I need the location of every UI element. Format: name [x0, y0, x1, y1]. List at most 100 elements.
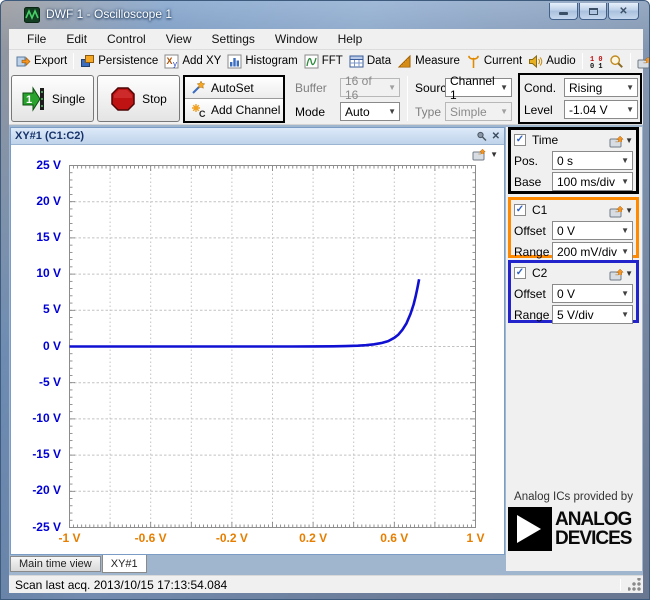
toolbar-publish-button[interactable]	[634, 53, 649, 70]
menu-view[interactable]: View	[156, 30, 202, 48]
svg-text:C: C	[199, 109, 206, 118]
toolbar-persistence-button[interactable]: Persistence	[77, 53, 161, 70]
menu-edit[interactable]: Edit	[56, 30, 97, 48]
value: 5 V/div	[557, 307, 594, 322]
c2-enable-checkbox[interactable]: ✓	[514, 267, 526, 279]
xy-chart	[69, 165, 476, 528]
analog-devices-logo: ANALOG DEVICES	[508, 507, 639, 551]
toolbar-audio-button[interactable]: Audio	[525, 53, 578, 70]
c1-offset-select[interactable]: 0 V ▼	[552, 221, 633, 240]
sponsor-caption: Analog ICs provided by	[514, 491, 633, 503]
menu-file[interactable]: File	[17, 30, 56, 48]
source-value: Channel 1	[450, 73, 495, 102]
add-channel-button[interactable]: C Add Channel	[185, 99, 283, 121]
time-panel: ✓ Time ▼ Pos. 0 s ▼ Base 100 ms/div ▼	[508, 127, 639, 194]
xy-plot-header[interactable]: XY#1 (C1:C2) ✕	[11, 128, 504, 145]
pin-icon[interactable]	[476, 131, 487, 142]
x-tick-label: 1 V	[466, 530, 485, 545]
buffer-select[interactable]: 16 of 16 ▼	[340, 74, 400, 102]
source-select[interactable]: Channel 1 ▼	[445, 74, 512, 102]
toolbar-histogram-button[interactable]: Histogram	[224, 53, 300, 70]
value: 0 s	[557, 153, 574, 168]
chevron-down-icon: ▼	[621, 247, 629, 256]
toolbar-logic-button[interactable]: 1 00 1	[586, 53, 606, 70]
tab-main-time-view[interactable]: Main time view	[10, 556, 101, 572]
time-base-select[interactable]: 100 ms/div ▼	[552, 172, 633, 191]
maximize-button[interactable]	[579, 3, 607, 20]
toolbar-label: Current	[483, 55, 523, 67]
view-tabs: Main time view XY#1	[10, 555, 148, 573]
title-bar[interactable]: DWF 1 - Oscilloscope 1 ✕	[1, 1, 649, 29]
type-value: Simple	[450, 104, 487, 119]
svg-text:X: X	[167, 56, 173, 66]
level-select[interactable]: -1.04 V ▼	[564, 100, 638, 119]
close-panel-icon[interactable]: ✕	[492, 131, 500, 142]
toolbar-add-xy-button[interactable]: Xy Add XY	[161, 53, 224, 70]
c2-offset-select[interactable]: 0 V ▼	[552, 284, 633, 303]
toolbar-label: Export	[34, 55, 68, 67]
autoset-label: AutoSet	[211, 80, 254, 95]
zoom-icon	[609, 54, 624, 69]
tab-xy-1[interactable]: XY#1	[101, 555, 147, 573]
type-label: Type	[415, 105, 442, 119]
add-channel-icon: C	[192, 103, 206, 118]
resize-grip[interactable]	[628, 578, 641, 591]
menu-window[interactable]: Window	[265, 30, 328, 48]
toolbar-measure-button[interactable]: Measure	[394, 53, 463, 70]
c1-enable-checkbox[interactable]: ✓	[514, 204, 526, 216]
maximize-icon	[588, 7, 598, 15]
stop-label: Stop	[142, 91, 167, 106]
svg-text:0 1: 0 1	[590, 63, 603, 69]
time-panel-label: Time	[532, 133, 559, 147]
analog-devices-triangle-icon	[508, 507, 552, 551]
chevron-down-icon: ▼	[621, 177, 629, 186]
time-export-button[interactable]: ▼	[609, 133, 633, 148]
value: 0 V	[557, 223, 576, 238]
c1-range-select[interactable]: 200 mV/div ▼	[552, 242, 633, 261]
level-label: Level	[524, 103, 553, 117]
brand-line-1: ANALOG	[555, 509, 632, 530]
toolbar-current-button[interactable]: Current	[463, 53, 525, 70]
export-icon	[16, 54, 31, 69]
divider	[620, 579, 621, 591]
status-bar: Scan last acq. 2013/10/15 17:13:54.084	[9, 575, 643, 593]
level-value: -1.04 V	[569, 102, 608, 117]
buffer-value: 16 of 16	[345, 73, 372, 102]
c2-export-button[interactable]: ▼	[609, 266, 633, 281]
svg-text:1: 1	[26, 94, 32, 106]
y-tick-label: -10 V	[32, 410, 61, 425]
type-select[interactable]: Simple ▼	[445, 102, 512, 121]
close-button[interactable]: ✕	[608, 3, 639, 20]
chevron-down-icon: ▼	[621, 289, 629, 298]
toolbar-zoom-button[interactable]	[606, 53, 627, 70]
divider	[407, 76, 408, 121]
autoset-button[interactable]: AutoSet	[185, 77, 283, 99]
trigger-group: Cond. Rising ▼ Level -1.04 V ▼	[518, 73, 642, 124]
menu-control[interactable]: Control	[97, 30, 156, 48]
xy-plot-area[interactable]: ▼ 25 V 20 V 15 V 10 V5 V0 V -5 V -10 V -15 V -2…	[11, 145, 504, 554]
toolbar-export-button[interactable]: Export	[13, 53, 70, 70]
single-icon: 1	[22, 85, 44, 112]
fft-icon	[304, 54, 319, 69]
toolbar-separator	[629, 53, 631, 69]
menu-settings[interactable]: Settings	[202, 30, 265, 48]
stop-button[interactable]: Stop	[97, 75, 180, 122]
time-enable-checkbox[interactable]: ✓	[514, 134, 526, 146]
single-button[interactable]: 1 Single	[11, 75, 94, 122]
value: 0 V	[557, 286, 576, 301]
publish-icon	[637, 54, 649, 69]
toolbar-label: Histogram	[245, 55, 298, 67]
channel-sidebar: Analog ICs provided by ANALOG DEVICES ✓ T…	[506, 127, 642, 571]
minimize-button[interactable]	[549, 3, 578, 20]
y-tick-label: 20 V	[36, 193, 61, 208]
c1-export-button[interactable]: ▼	[609, 203, 633, 218]
time-pos-select[interactable]: 0 s ▼	[552, 151, 633, 170]
toolbar-data-button[interactable]: Data	[346, 53, 394, 70]
c2-range-select[interactable]: 5 V/div ▼	[552, 305, 633, 324]
autoset-icon	[192, 80, 206, 94]
toolbar-fft-button[interactable]: FFT	[301, 53, 346, 70]
mode-select[interactable]: Auto ▼	[340, 102, 400, 121]
cond-select[interactable]: Rising ▼	[564, 78, 638, 97]
menu-help[interactable]: Help	[328, 30, 373, 48]
y-tick-label: 25 V	[36, 157, 61, 172]
